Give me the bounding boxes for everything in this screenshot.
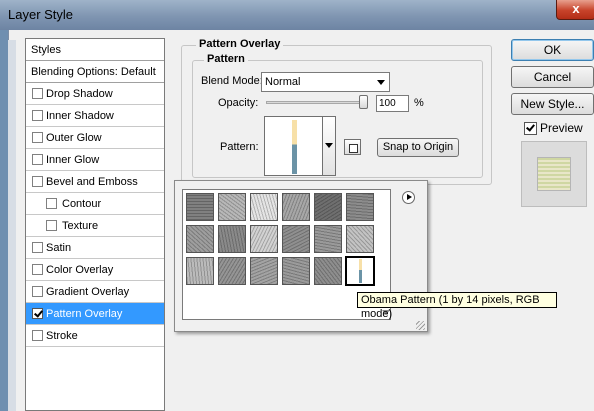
style-item-gradient-overlay[interactable]: Gradient Overlay (26, 281, 164, 303)
style-item-label: Drop Shadow (46, 88, 113, 100)
title-bar[interactable]: Layer Style x (0, 0, 594, 30)
pattern-tile-selected[interactable] (345, 256, 375, 286)
style-item-drop-shadow[interactable]: Drop Shadow (26, 83, 164, 105)
style-checkbox[interactable] (32, 242, 43, 253)
pattern-tile[interactable] (218, 225, 246, 253)
pattern-tile[interactable] (314, 257, 342, 285)
pattern-tile[interactable] (250, 257, 278, 285)
pattern-tile[interactable] (346, 193, 374, 221)
pattern-tile[interactable] (186, 193, 214, 221)
style-item-label: Color Overlay (46, 264, 114, 276)
styles-list: Styles Blending Options: Default Drop Sh… (25, 38, 165, 411)
pattern-tile[interactable] (218, 257, 246, 285)
preview-label: Preview (540, 121, 583, 135)
picker-menu-icon[interactable] (402, 191, 415, 204)
pattern-tile[interactable] (314, 225, 342, 253)
style-checkbox[interactable] (32, 132, 43, 143)
style-item-label: Inner Glow (46, 154, 100, 166)
style-item-label: Contour (62, 198, 102, 210)
style-item-texture[interactable]: Texture (26, 215, 164, 237)
layer-style-dialog: Layer Style x Styles Blending Options: D… (0, 0, 594, 411)
style-checkbox[interactable] (32, 286, 43, 297)
blend-mode-label: Blend Mode: (201, 75, 263, 87)
pattern-preview-stripe (292, 120, 297, 174)
chevron-down-icon (325, 143, 333, 148)
style-checkbox[interactable] (32, 176, 43, 187)
opacity-slider-track[interactable] (266, 101, 368, 104)
style-checkbox[interactable] (32, 308, 43, 319)
style-item-label: Inner Shadow (46, 110, 114, 122)
pattern-subgroup-title: Pattern (204, 53, 248, 65)
style-checkbox[interactable] (32, 88, 43, 99)
pattern-tile[interactable] (250, 225, 278, 253)
style-item-label: Outer Glow (46, 132, 102, 144)
opacity-unit: % (414, 97, 424, 109)
style-item-bevel-and-emboss[interactable]: Bevel and Emboss (26, 171, 164, 193)
style-item-pattern-overlay[interactable]: Pattern Overlay (26, 303, 164, 325)
style-preview-swatch (537, 157, 571, 191)
opacity-label: Opacity: (218, 97, 259, 109)
style-item-outer-glow[interactable]: Outer Glow (26, 127, 164, 149)
ok-button[interactable]: OK (511, 39, 594, 61)
chevron-down-icon (377, 80, 385, 85)
snap-to-origin-button[interactable]: Snap to Origin (377, 138, 459, 157)
pattern-dropdown-button[interactable] (323, 116, 336, 176)
cancel-button[interactable]: Cancel (511, 66, 594, 88)
pattern-tile[interactable] (314, 193, 342, 221)
pattern-tile[interactable] (282, 193, 310, 221)
style-item-label: Gradient Overlay (46, 286, 130, 298)
style-item-contour[interactable]: Contour (26, 193, 164, 215)
pattern-overlay-title: Pattern Overlay (196, 38, 284, 50)
close-icon[interactable]: x (556, 0, 594, 20)
opacity-input[interactable]: 100 (376, 95, 409, 112)
styles-header[interactable]: Styles (26, 39, 164, 61)
blend-mode-value: Normal (265, 76, 301, 88)
blend-mode-select[interactable]: Normal (261, 72, 390, 92)
style-item-label: Texture (62, 220, 99, 232)
pattern-label: Pattern: (220, 141, 259, 153)
pattern-tile[interactable] (186, 257, 214, 285)
style-checkbox[interactable] (46, 198, 57, 209)
style-item-stroke[interactable]: Stroke (26, 325, 164, 347)
new-style-button[interactable]: New Style... (511, 93, 594, 115)
style-checkbox[interactable] (46, 220, 57, 231)
style-checkbox[interactable] (32, 330, 43, 341)
pattern-tile[interactable] (250, 193, 278, 221)
pattern-swatch[interactable] (264, 116, 323, 176)
preview-checkbox[interactable] (524, 122, 537, 135)
blending-options-item[interactable]: Blending Options: Default (26, 61, 164, 83)
new-preset-icon[interactable] (344, 139, 361, 155)
style-checkbox[interactable] (32, 154, 43, 165)
style-item-label: Stroke (46, 330, 78, 342)
pattern-tile[interactable] (282, 225, 310, 253)
pattern-tile[interactable] (186, 225, 214, 253)
style-item-satin[interactable]: Satin (26, 237, 164, 259)
pattern-tile[interactable] (346, 225, 374, 253)
left-strip (8, 40, 16, 411)
resize-grip-icon[interactable] (416, 321, 425, 330)
pattern-tile-stripe (359, 259, 362, 283)
style-checkbox[interactable] (32, 264, 43, 275)
style-item-color-overlay[interactable]: Color Overlay (26, 259, 164, 281)
style-checkbox[interactable] (32, 110, 43, 121)
pattern-tooltip: Obama Pattern (1 by 14 pixels, RGB mode) (357, 292, 557, 320)
style-item-inner-glow[interactable]: Inner Glow (26, 149, 164, 171)
window-title: Layer Style (8, 7, 74, 22)
style-item-label: Pattern Overlay (46, 308, 123, 320)
style-item-inner-shadow[interactable]: Inner Shadow (26, 105, 164, 127)
pattern-tile[interactable] (282, 257, 310, 285)
opacity-slider-thumb[interactable] (359, 95, 368, 109)
style-item-label: Bevel and Emboss (46, 176, 138, 188)
style-item-label: Satin (46, 242, 72, 254)
pattern-tile[interactable] (218, 193, 246, 221)
